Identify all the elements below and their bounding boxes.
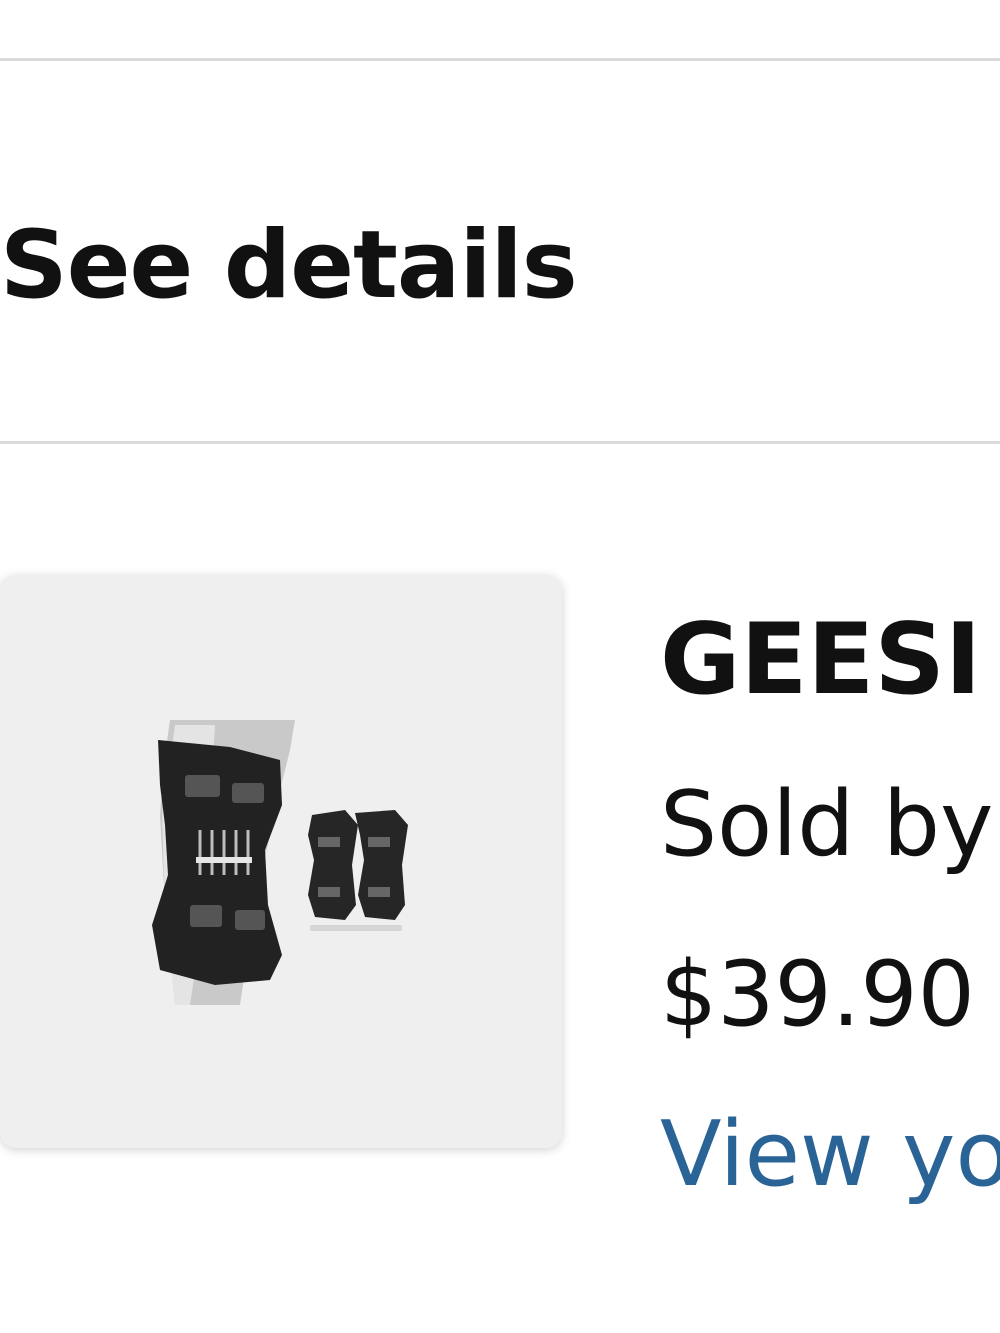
see-details-link[interactable]: See details xyxy=(0,205,578,325)
top-divider xyxy=(0,58,1000,61)
section-divider xyxy=(0,441,1000,444)
product-thumbnail[interactable] xyxy=(0,575,562,1148)
sold-by-text: Sold by xyxy=(660,772,994,877)
order-details-page: See details GEESI Sold by $39.90 View yo xyxy=(0,0,1000,1333)
view-item-link[interactable]: View yo xyxy=(660,1100,1000,1210)
order-item-info: GEESI Sold by $39.90 View yo xyxy=(660,600,1000,1300)
product-title[interactable]: GEESI xyxy=(660,600,981,720)
product-price: $39.90 xyxy=(660,942,975,1047)
knee-brace-product-image xyxy=(152,720,408,1005)
